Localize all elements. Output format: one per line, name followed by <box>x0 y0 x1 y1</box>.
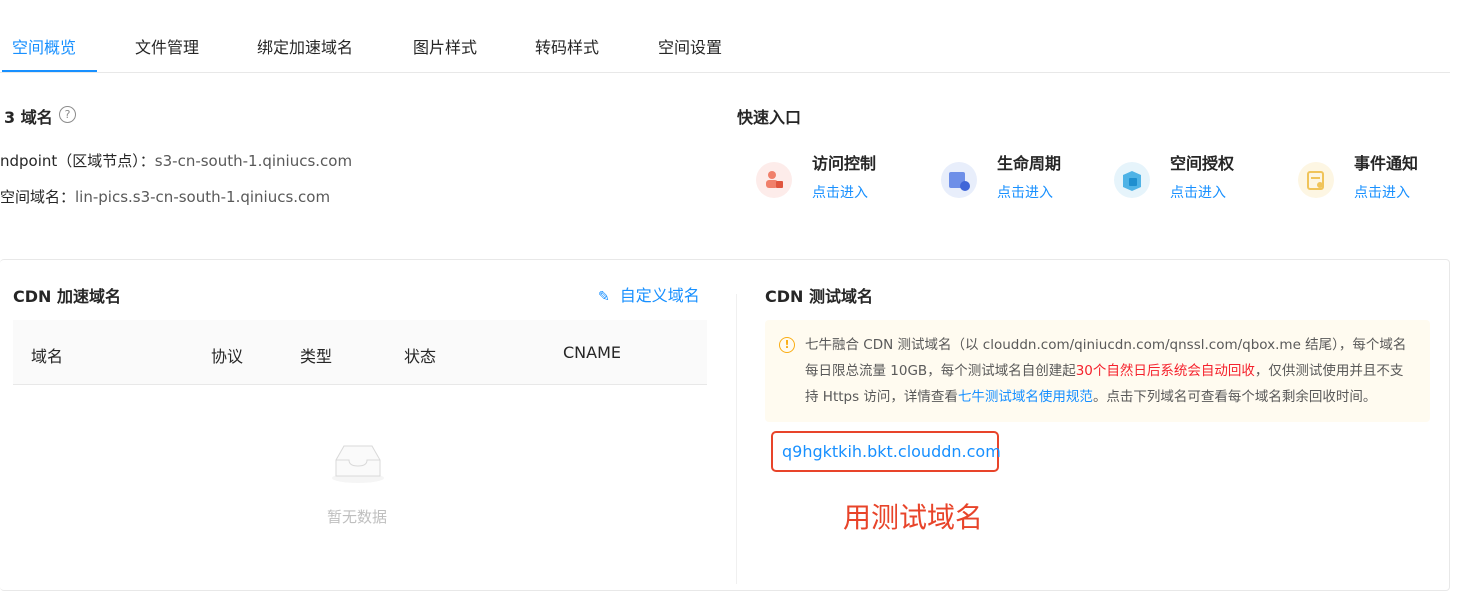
tab-space-settings[interactable]: 空间设置 <box>658 34 722 58</box>
s3-domain-title: 3 域名 <box>4 108 53 127</box>
space-auth-icon <box>1114 162 1150 198</box>
tab-bar: 空间概览 文件管理 绑定加速域名 图片样式 转码样式 空间设置 <box>0 0 1450 73</box>
access-control-label: 访问控制 <box>812 154 877 173</box>
edit-icon: ✎ <box>598 289 610 305</box>
space-domain-label: 空间域名： <box>0 188 76 206</box>
lifecycle-link[interactable]: 点击进入 <box>997 182 1053 202</box>
test-domain-link[interactable]: q9hgktkih.bkt.clouddn.com <box>782 442 1001 461</box>
event-notify-icon <box>1298 162 1334 198</box>
question-circle-icon[interactable]: ? <box>59 106 76 123</box>
col-status: 状态 <box>404 347 437 366</box>
alert-red-text: 30个自然日后系统会自动回收 <box>1075 363 1255 379</box>
panel-divider <box>736 294 737 584</box>
col-protocol: 协议 <box>211 347 244 366</box>
tab-bind-domain[interactable]: 绑定加速域名 <box>257 34 353 58</box>
col-cname: CNAME <box>563 343 621 362</box>
space-auth-link[interactable]: 点击进入 <box>1170 182 1226 202</box>
space-domain-value: lin-pics.s3-cn-south-1.qiniucs.com <box>75 188 331 206</box>
quick-entry-title: 快速入口 <box>737 108 802 127</box>
custom-domain-button[interactable]: ✎ 自定义域名 <box>598 282 700 306</box>
col-type: 类型 <box>300 347 333 366</box>
alert-text-part3: 。点击下列域名可查看每个域名剩余回收时间。 <box>1092 389 1377 405</box>
exclamation-circle-icon: ! <box>779 337 795 353</box>
lifecycle-icon <box>941 162 977 198</box>
lifecycle-label: 生命周期 <box>997 154 1062 173</box>
space-domain-row: 空间域名：lin-pics.s3-cn-south-1.qiniucs.com <box>0 186 330 207</box>
tab-image-style[interactable]: 图片样式 <box>413 34 477 58</box>
event-notify-link[interactable]: 点击进入 <box>1354 182 1410 202</box>
custom-domain-label: 自定义域名 <box>619 286 700 305</box>
access-control-link[interactable]: 点击进入 <box>812 182 868 202</box>
col-domain: 域名 <box>31 347 64 366</box>
active-tab-indicator <box>2 70 97 72</box>
event-notify-label: 事件通知 <box>1354 154 1419 173</box>
domain-panel <box>0 259 1450 591</box>
endpoint-label: ndpoint（区域节点）： <box>0 152 155 170</box>
empty-text: 暂无数据 <box>327 508 388 526</box>
access-control-icon <box>756 162 792 198</box>
table-header: 域名 协议 类型 状态 CNAME <box>13 320 707 385</box>
test-domain-rules-link[interactable]: 七牛测试域名使用规范 <box>958 389 1093 405</box>
info-alert: ! 七牛融合 CDN 测试域名（以 clouddn.com/qiniucdn.c… <box>765 320 1430 422</box>
empty-inbox-icon <box>330 438 386 484</box>
endpoint-value: s3-cn-south-1.qiniucs.com <box>154 152 353 170</box>
cdn-test-domain-title: CDN 测试域名 <box>765 287 873 306</box>
tab-transcode-style[interactable]: 转码样式 <box>535 34 599 58</box>
endpoint-row: ndpoint（区域节点）：s3-cn-south-1.qiniucs.com <box>0 150 352 171</box>
alert-text: 七牛融合 CDN 测试域名（以 clouddn.com/qiniucdn.com… <box>805 332 1415 410</box>
tab-space-overview[interactable]: 空间概览 <box>12 34 76 58</box>
annotation-text: 用测试域名 <box>843 501 984 534</box>
tab-file-management[interactable]: 文件管理 <box>135 34 199 58</box>
space-auth-label: 空间授权 <box>1170 154 1235 173</box>
cdn-domain-title: CDN 加速域名 <box>13 287 121 306</box>
